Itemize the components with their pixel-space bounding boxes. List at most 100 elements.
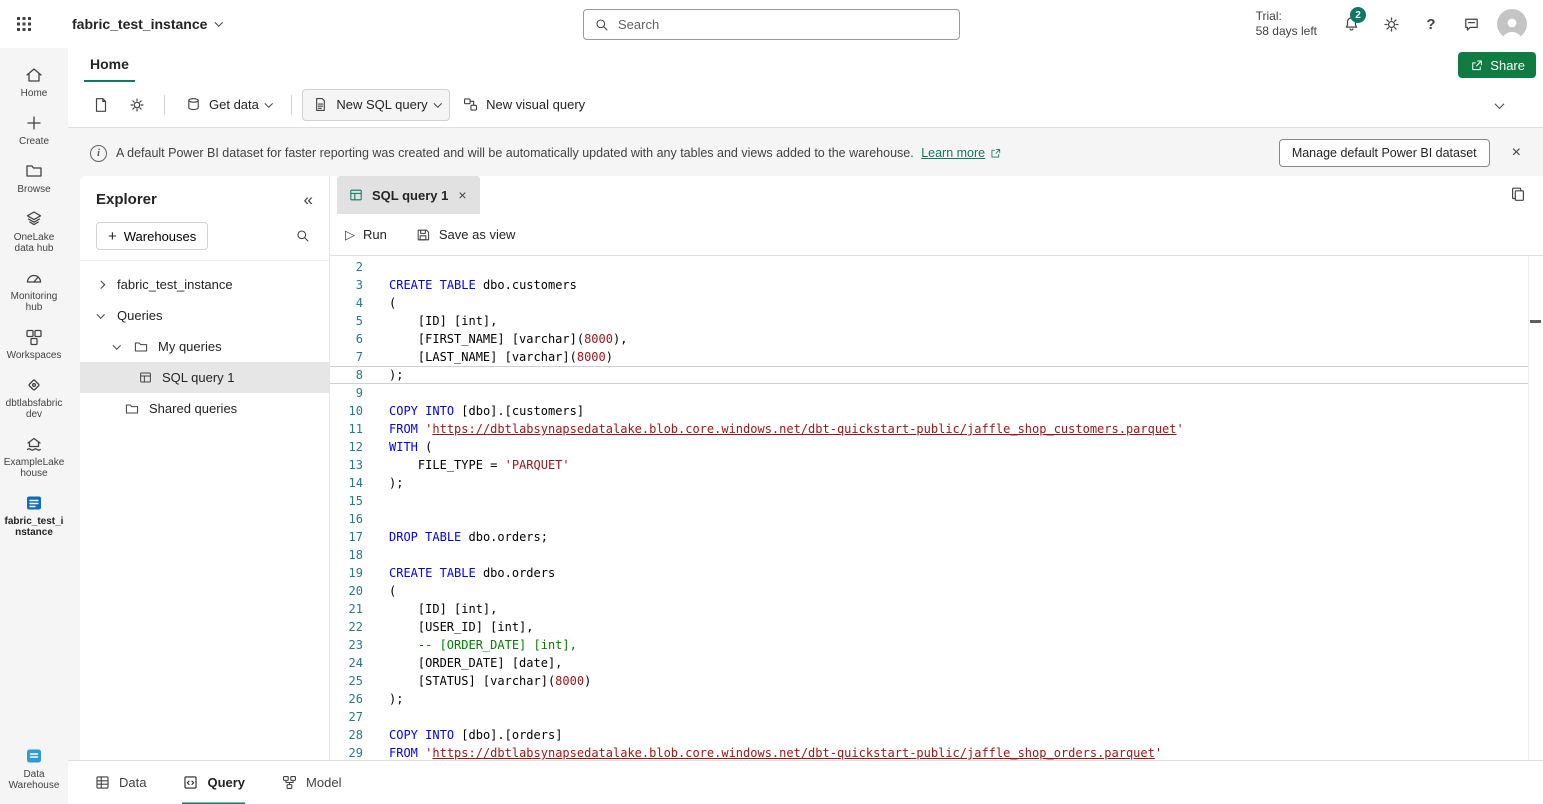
query-settings-button[interactable] (120, 89, 154, 121)
code-line[interactable]: 28COPY INTO [dbo].[orders] (330, 726, 1528, 744)
home-icon (24, 65, 44, 85)
code-line[interactable]: 11FROM 'https://dbtlabsynapsedatalake.bl… (330, 420, 1528, 438)
notifications-button[interactable]: 2 (1331, 0, 1371, 48)
line-number: 18 (330, 546, 376, 564)
editor-scrollbar[interactable] (1528, 256, 1543, 760)
code-line[interactable]: 19CREATE TABLE dbo.orders (330, 564, 1528, 582)
code-line[interactable]: 24 [ORDER_DATE] [date], (330, 654, 1528, 672)
chevron-down-icon (434, 99, 442, 107)
workspace-switcher[interactable]: fabric_test_instance (72, 16, 222, 32)
code-line[interactable]: 15 (330, 492, 1528, 510)
learn-more-link[interactable]: Learn more (921, 146, 1002, 160)
nav-home[interactable]: Home (1, 58, 67, 106)
code-text: FROM 'https://dbtlabsynapsedatalake.blob… (376, 744, 1162, 760)
code-line[interactable]: 8); (330, 366, 1528, 384)
nav-item-examplelakehouse[interactable]: ExampleLakehouse (1, 427, 67, 486)
code-text: [STATUS] [varchar](8000) (376, 672, 591, 690)
tab-sql-query-1[interactable]: SQL query 1 × (337, 176, 480, 214)
tree-item-warehouse-root[interactable]: fabric_test_instance (80, 269, 329, 300)
nav-item-fabric-test-instance[interactable]: fabric_test_instance (1, 486, 67, 545)
tree-item-shared-queries[interactable]: Shared queries (80, 393, 329, 424)
new-visual-query-label: New visual query (486, 97, 585, 112)
code-line[interactable]: 5 [ID] [int], (330, 312, 1528, 330)
code-line[interactable]: 29FROM 'https://dbtlabsynapsedatalake.bl… (330, 744, 1528, 760)
data-grid-icon (94, 774, 111, 791)
new-sql-query-button[interactable]: New SQL query (302, 89, 450, 121)
code-line[interactable]: 20( (330, 582, 1528, 600)
line-number: 6 (330, 330, 376, 348)
code-line[interactable]: 6 [FIRST_NAME] [varchar](8000), (330, 330, 1528, 348)
search-icon (594, 17, 610, 33)
add-warehouses-button[interactable]: + Warehouses (96, 222, 208, 250)
nav-workspace-dbtlabsfabricdev[interactable]: dbtlabsfabricdev (1, 368, 67, 427)
copy-button[interactable] (1509, 185, 1527, 203)
app-launcher-button[interactable] (0, 0, 48, 48)
code-line[interactable]: 4( (330, 294, 1528, 312)
code-line[interactable]: 9 (330, 384, 1528, 402)
code-line[interactable]: 10COPY INTO [dbo].[customers] (330, 402, 1528, 420)
collapse-panel-icon[interactable]: « (298, 191, 319, 208)
nav-onelake-data-hub[interactable]: OneLake data hub (1, 202, 67, 261)
nav-browse[interactable]: Browse (1, 154, 67, 202)
code-line[interactable]: 26); (330, 690, 1528, 708)
line-number: 22 (330, 618, 376, 636)
line-number: 14 (330, 474, 376, 492)
get-data-button[interactable]: Get data (175, 89, 281, 121)
view-tab-model[interactable]: Model (281, 761, 341, 804)
search-input[interactable] (618, 17, 949, 32)
line-number: 25 (330, 672, 376, 690)
feedback-button[interactable] (1451, 0, 1491, 48)
code-line[interactable]: 21 [ID] [int], (330, 600, 1528, 618)
account-avatar[interactable] (1497, 9, 1527, 39)
code-line[interactable]: 18 (330, 546, 1528, 564)
code-line[interactable]: 12WITH ( (330, 438, 1528, 456)
folder-icon (133, 339, 149, 355)
toolbar-overflow-button[interactable] (1490, 91, 1509, 118)
toolbar-divider (291, 95, 292, 115)
code-line[interactable]: 13 FILE_TYPE = 'PARQUET' (330, 456, 1528, 474)
tree-item-my-queries[interactable]: My queries (80, 331, 329, 362)
code-line[interactable]: 22 [USER_ID] [int], (330, 618, 1528, 636)
code-line[interactable]: 25 [STATUS] [varchar](8000) (330, 672, 1528, 690)
code-line[interactable]: 2 (330, 258, 1528, 276)
code-line[interactable]: 7 [LAST_NAME] [varchar](8000) (330, 348, 1528, 366)
code-line[interactable]: 16 (330, 510, 1528, 528)
tab-home[interactable]: Home (84, 48, 135, 82)
code-line[interactable]: 27 (330, 708, 1528, 726)
data-warehouse-icon (24, 746, 44, 766)
nav-item-data-warehouse[interactable]: Data Warehouse (1, 739, 67, 798)
manage-default-dataset-button[interactable]: Manage default Power BI dataset (1279, 139, 1490, 167)
folder-icon (124, 401, 140, 417)
nav-fabric-test-instance-label: fabric_test_instance (3, 516, 65, 538)
feedback-icon (1462, 15, 1481, 34)
new-query-doc-button[interactable] (84, 89, 118, 121)
code-line[interactable]: 3CREATE TABLE dbo.customers (330, 276, 1528, 294)
explorer-search-button[interactable] (287, 224, 319, 248)
code-line[interactable]: 23 -- [ORDER_DATE] [int], (330, 636, 1528, 654)
code-line[interactable]: 17DROP TABLE dbo.orders; (330, 528, 1528, 546)
nav-home-label: Home (21, 88, 48, 99)
global-search[interactable] (583, 9, 960, 40)
save-as-view-button[interactable]: Save as view (415, 227, 516, 243)
run-button[interactable]: ▷ Run (345, 227, 387, 243)
new-visual-query-button[interactable]: New visual query (452, 89, 595, 121)
sql-code-editor[interactable]: 23CREATE TABLE dbo.customers4(5 [ID] [in… (330, 256, 1543, 760)
share-button[interactable]: Share (1458, 52, 1536, 78)
settings-button[interactable] (1371, 0, 1411, 48)
code-line[interactable]: 14); (330, 474, 1528, 492)
line-number: 8 (330, 366, 376, 384)
tab-close-icon[interactable]: × (456, 187, 468, 203)
document-icon (92, 96, 110, 114)
tree-item-queries[interactable]: Queries (80, 300, 329, 331)
nav-workspaces[interactable]: Workspaces (1, 320, 67, 368)
nav-monitoring-hub[interactable]: Monitoring hub (1, 261, 67, 320)
folder-icon (24, 161, 44, 181)
view-tab-data[interactable]: Data (94, 761, 146, 804)
nav-create[interactable]: Create (1, 106, 67, 154)
nav-monitoring-label: Monitoring hub (3, 291, 65, 313)
gear-icon (128, 96, 146, 114)
tree-item-sql-query-1[interactable]: SQL query 1 (80, 362, 329, 393)
help-button[interactable]: ? (1411, 0, 1451, 48)
view-tab-query[interactable]: Query (182, 761, 245, 804)
banner-close-icon[interactable]: × (1504, 140, 1529, 166)
